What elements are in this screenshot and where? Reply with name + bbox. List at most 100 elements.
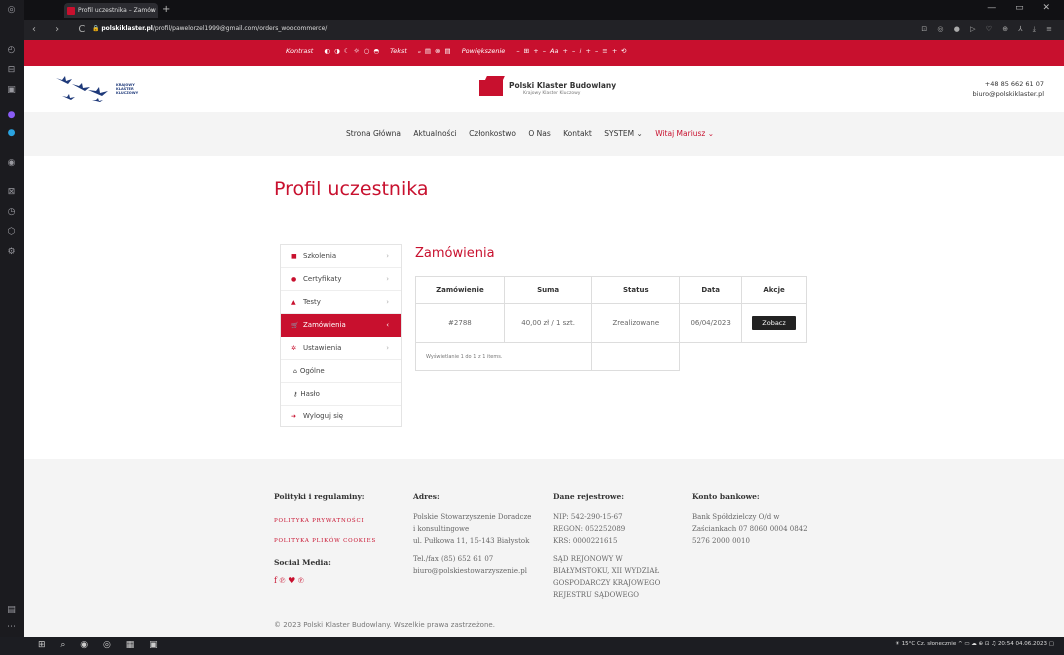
header-email[interactable]: biuro@polskiklaster.pl	[973, 89, 1044, 99]
wallet-icon[interactable]: ▣	[6, 85, 17, 96]
menu-item-label: Szkolenia	[303, 252, 337, 260]
chevron-right-icon: ›	[386, 298, 389, 306]
menu-item-testy[interactable]: ▲ Testy ›	[281, 291, 401, 314]
header-phone[interactable]: +48 85 662 61 07	[973, 79, 1044, 89]
main-menu: Strona Główna Aktualności Członkostwo O …	[24, 112, 1064, 156]
key-icon: ⚷	[293, 391, 298, 398]
registry-line: BIAŁYMSTOKU, XII WYDZIAŁ	[553, 567, 660, 575]
menu-system[interactable]: SYSTEM ⌄	[604, 129, 643, 138]
taskbar: ⊞ ⌕ ◉ ◎ ▦ ▣ ☀ 15°C Cz. słonecznie ^ ▭ ☁ …	[0, 637, 1064, 655]
footer-policies: Polityki i regulaminy: POLITYKA PRYWATNO…	[274, 491, 376, 587]
menu-item-certyfikaty[interactable]: ● Certyfikaty ›	[281, 268, 401, 291]
tab-title: Profil uczestnika – Zamów	[78, 7, 156, 14]
menu-item-label: Wyloguj się	[303, 412, 344, 420]
menu-item-zamowienia[interactable]: 🛒 Zamówienia ‹	[281, 314, 401, 337]
more-icon[interactable]: ⋯	[6, 622, 17, 633]
new-tab-button[interactable]: +	[162, 4, 170, 16]
book-icon: ■	[291, 253, 297, 260]
menu-item-ogolne[interactable]: ⌂ Ogólne	[281, 360, 401, 383]
table-footer-empty	[679, 342, 807, 371]
text-label: Tekst	[390, 47, 407, 55]
order-status: Zrealizowane	[591, 303, 681, 343]
clock-time: 20:54	[997, 641, 1014, 647]
order-number: #2788	[415, 303, 505, 343]
contrast-icons[interactable]: ◐ ◑ ☾ ☼ ○ ◓	[324, 47, 379, 55]
menu-item-haslo[interactable]: ⚷ Hasło	[281, 383, 401, 406]
menu-item-label: Certyfikaty	[303, 275, 342, 283]
footer-address: Adres: Polskie Stowarzyszenie Doradcze i…	[413, 491, 531, 577]
taskbar-apps[interactable]: ⊞ ⌕ ◉ ◎ ▦ ▣	[38, 640, 164, 650]
browser-tab[interactable]: Profil uczestnika – Zamów ×	[64, 3, 158, 18]
registry-line: REJESTRU SĄDOWEGO	[553, 591, 639, 599]
history-icon[interactable]: ◴	[6, 45, 17, 56]
box-icon[interactable]: ⬡	[6, 227, 17, 238]
zoom-controls[interactable]: – ⊞ + – Aa + – ⁞ + – ≡ + ⟲	[516, 47, 626, 55]
settings-icon[interactable]: ⚙	[6, 247, 17, 258]
footer-registry: Dane rejestrowe: NIP: 542-290-15-67 REGO…	[553, 491, 660, 601]
address-email[interactable]: biuro@polskiestowarzyszenie.pl	[413, 565, 531, 577]
address-line: ul. Pułkowa 11, 15-143 Białystok	[413, 537, 530, 545]
social-icons[interactable]: f ℗ ♥ ℗	[274, 575, 376, 587]
menu-item-szkolenia[interactable]: ■ Szkolenia ›	[281, 245, 401, 268]
accessibility-toolbar: Kontrast ◐ ◑ ☾ ☼ ○ ◓ Tekst ₒ ▤ ⊗ ▤ Powię…	[24, 40, 1064, 66]
system-tray[interactable]: ☀ 15°C Cz. słonecznie ^ ▭ ☁ ⊕ ⊡ ♫ 20:54 …	[895, 641, 1054, 647]
col-order: Zamówienie	[415, 276, 505, 304]
menu-item-ustawienia[interactable]: ✲ Ustawienia ›	[281, 337, 401, 360]
test-icon: ▲	[291, 299, 296, 306]
text-icons[interactable]: ₒ ▤ ⊗ ▤	[418, 47, 451, 55]
clock-icon[interactable]: ◷	[6, 207, 17, 218]
logo-name: Polski Klaster Budowlany	[509, 81, 617, 90]
birds-logo-icon	[56, 76, 108, 102]
table-footer-row: Wyświetlanie 1 do 1 z 1 items.	[414, 342, 807, 371]
extension-icons[interactable]: ⊡ ◎ ● ▷ ♡ ⊕ ⅄ ⤓ ≡	[921, 25, 1056, 34]
menu-item-label: Hasło	[300, 390, 320, 398]
footer-bank: Konto bankowe: Bank Spółdzielczy O/d w Z…	[692, 491, 808, 547]
menu-about[interactable]: O Nas	[528, 129, 550, 138]
clock-date: 04.06.2023	[1015, 641, 1048, 647]
menu-item-label: Zamówienia	[303, 321, 346, 329]
logout-icon: ➜	[291, 413, 297, 420]
browser-logo-icon[interactable]: ◎	[6, 5, 17, 16]
chevron-right-icon: ›	[386, 344, 389, 352]
bag-icon[interactable]: ⊟	[6, 65, 17, 76]
menu-user[interactable]: Witaj Mariusz ⌄	[655, 129, 714, 138]
menu-item-label: Testy	[303, 298, 321, 306]
bookmark-icon[interactable]: ⊠	[6, 187, 17, 198]
order-date: 06/04/2023	[679, 303, 743, 343]
lock-icon: 🔒	[92, 25, 102, 32]
pkb-logo[interactable]: Polski Klaster Budowlany Krajowy Klaster…	[479, 78, 669, 100]
view-order-button[interactable]: Zobacz	[752, 316, 796, 330]
menu-news[interactable]: Aktualności	[413, 129, 456, 138]
sidebar-toggle-icon[interactable]: ▤	[6, 605, 17, 616]
messenger-icon[interactable]: ●	[6, 110, 17, 121]
cookies-policy-link[interactable]: POLITYKA PLIKÓW COOKIES	[274, 531, 376, 551]
footer-address-title: Adres:	[413, 492, 440, 501]
site-footer: Polityki i regulaminy: POLITYKA PRYWATNO…	[24, 459, 1064, 637]
order-actions-cell: Zobacz	[741, 303, 807, 343]
page-title: Profil uczestnika	[274, 178, 429, 200]
menu-item-logout[interactable]: ➜ Wyloguj się	[281, 405, 401, 428]
favicon-icon	[67, 7, 75, 15]
table-footer-cell	[591, 342, 681, 371]
kkk-logo[interactable]: KRAJOWY KLASTER KLUCZOWY	[52, 72, 172, 106]
telegram-icon[interactable]: ●	[6, 128, 17, 139]
navigation-buttons[interactable]: ‹ › C	[32, 24, 93, 35]
window-controls[interactable]: — ▭ ✕	[987, 3, 1058, 13]
orders-table: Zamówienie Suma Status Data Akcje #2788 …	[414, 276, 807, 371]
address-line: Polskie Stowarzyszenie Doradcze	[413, 513, 532, 521]
menu-contact[interactable]: Kontakt	[563, 129, 592, 138]
registry-line: REGON: 052252089	[553, 525, 626, 533]
url-field[interactable]: 🔒 polskiklaster.pl/profil/pawelorzel1999…	[92, 25, 327, 32]
col-status: Status	[591, 276, 681, 304]
table-header-row: Zamówienie Suma Status Data Akcje	[415, 276, 807, 304]
player-icon[interactable]: ◉	[6, 158, 17, 169]
close-tab-icon[interactable]: ×	[150, 3, 155, 18]
url-path: /profil/pawelorzel1999@gmail.com/orders_…	[152, 25, 328, 32]
menu-membership[interactable]: Członkostwo	[469, 129, 516, 138]
menu-home[interactable]: Strona Główna	[346, 129, 401, 138]
bank-line: Bank Spółdzielczy O/d w	[692, 513, 780, 521]
menu-item-label: Ustawienia	[303, 344, 342, 352]
address-line: i konsultingowe	[413, 525, 470, 533]
registry-line: NIP: 542-290-15-67	[553, 513, 623, 521]
privacy-policy-link[interactable]: POLITYKA PRYWATNOŚCI	[274, 511, 376, 531]
